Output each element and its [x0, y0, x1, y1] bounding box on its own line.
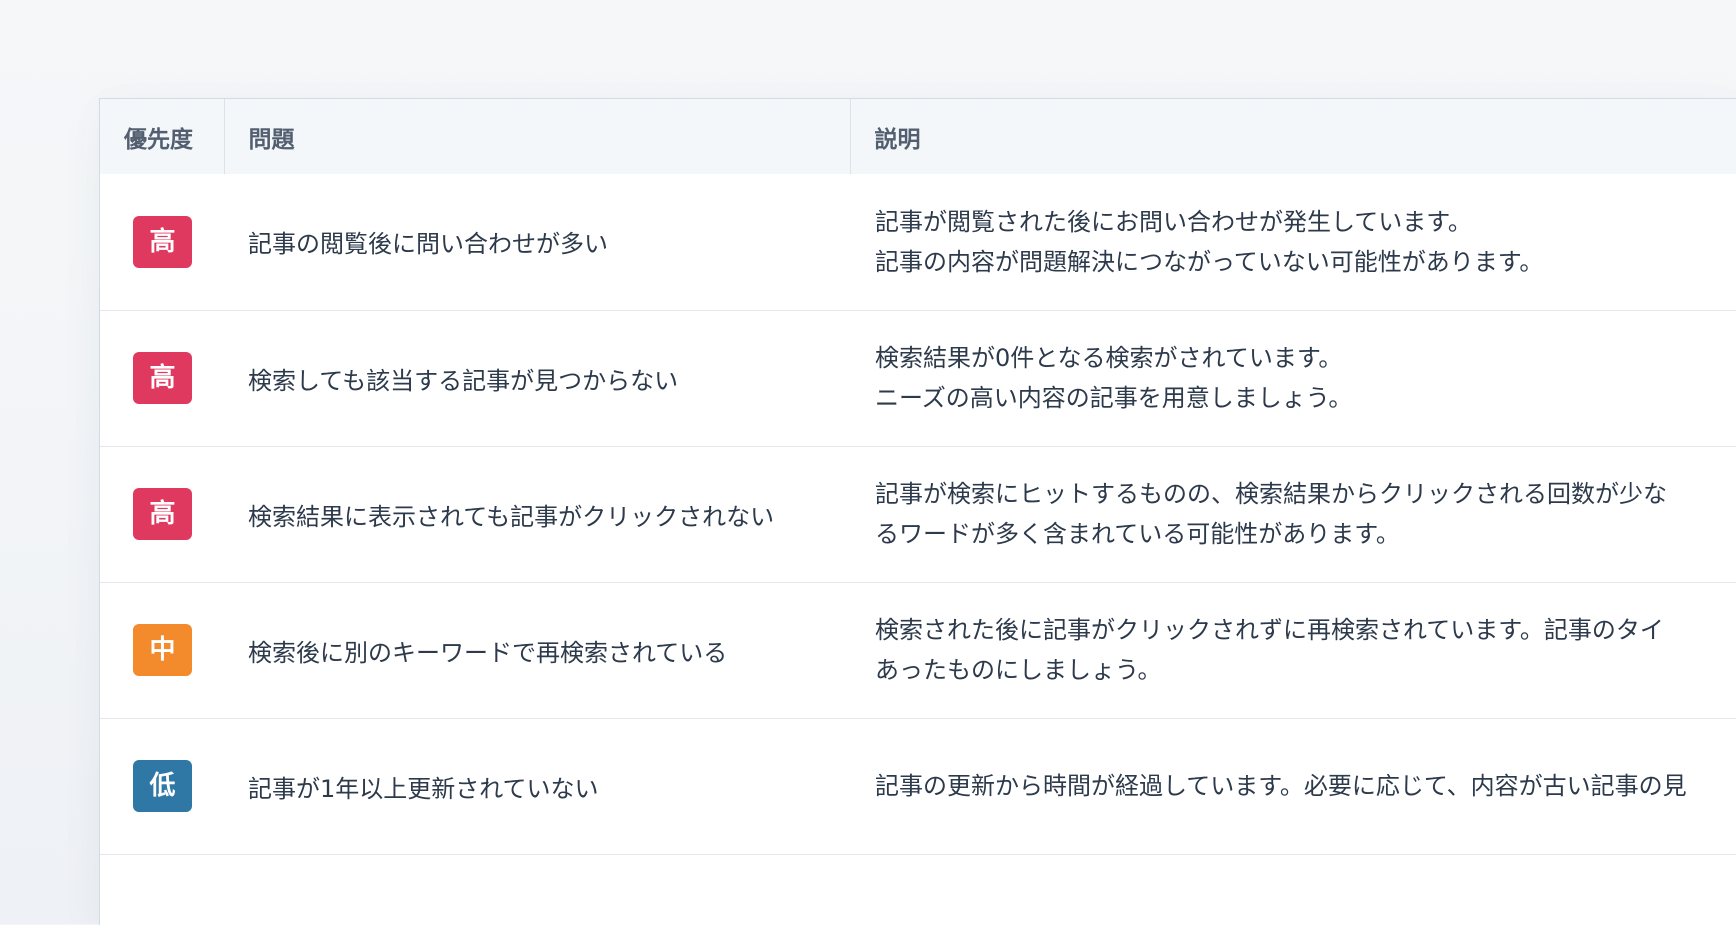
- table-row: 中 検索後に別のキーワードで再検索されている 検索された後に記事がクリックされず…: [100, 582, 1736, 718]
- description-line: るワードが多く含まれている可能性があります。: [875, 520, 1400, 548]
- priority-cell: 低: [100, 718, 224, 854]
- description-line: ニーズの高い内容の記事を用意しましょう。: [875, 384, 1353, 412]
- table-row: 低 記事が1年以上更新されていない 記事の更新から時間が経過しています。必要に応…: [100, 718, 1736, 854]
- issue-cell: 記事が1年以上更新されていない: [248, 774, 599, 803]
- description-line: 記事が閲覧された後にお問い合わせが発生しています。: [875, 207, 1472, 236]
- priority-cell: 中: [100, 582, 224, 718]
- table-row: 高 記事の閲覧後に問い合わせが多い 記事が閲覧された後にお問い合わせが発生してい…: [100, 174, 1736, 310]
- description-line: 検索された後に記事がクリックされずに再検索されています。記事のタイ: [875, 616, 1664, 644]
- description-line: 記事が検索にヒットするものの、検索結果からクリックされる回数が少な: [875, 480, 1667, 508]
- description-line: 検索結果が0件となる検索がされています。: [875, 344, 1343, 372]
- issue-cell: 記事の閲覧後に問い合わせが多い: [248, 230, 608, 259]
- table-row: 高 検索しても該当する記事が見つからない 検索結果が0件となる検索がされています…: [100, 310, 1736, 446]
- description-cell: 検索結果が0件となる検索がされています。 ニーズの高い内容の記事を用意しましょう…: [850, 310, 1736, 446]
- priority-cell: 高: [100, 446, 224, 582]
- priority-badge: 低: [133, 760, 192, 812]
- priority-badge: 高: [133, 215, 192, 268]
- table-header: 優先度 問題 説明: [100, 99, 1736, 174]
- issue-cell: 検索結果に表示されても記事がクリックされない: [248, 502, 775, 531]
- priority-badge: 中: [133, 624, 192, 676]
- description-cell: 記事が検索にヒットするものの、検索結果からクリックされる回数が少な るワードが多…: [850, 446, 1736, 582]
- column-header-priority: 優先度: [100, 99, 225, 174]
- priority-cell: 高: [100, 174, 224, 310]
- description-cell: 検索された後に記事がクリックされずに再検索されています。記事のタイ あったものに…: [850, 582, 1736, 718]
- header-row: 優先度 問題 説明: [100, 99, 1736, 174]
- column-header-description: 説明: [850, 99, 1736, 174]
- priority-cell: 高: [100, 310, 224, 446]
- priority-badge: 高: [133, 352, 192, 404]
- issues-panel: 優先度 問題 説明 高 記事の閲覧後に問い合わせが多い 記事が閲覧された後にお問…: [99, 98, 1736, 925]
- description-cell: 記事の更新から時間が経過しています。必要に応じて、内容が古い記事の見: [850, 718, 1736, 854]
- priority-badge: 高: [133, 488, 192, 540]
- table-row: 高 検索結果に表示されても記事がクリックされない 記事が検索にヒットするものの、…: [100, 446, 1736, 582]
- issue-cell: 検索後に別のキーワードで再検索されている: [248, 638, 728, 667]
- table-body: 高 記事の閲覧後に問い合わせが多い 記事が閲覧された後にお問い合わせが発生してい…: [100, 174, 1736, 854]
- description-line: 記事の更新から時間が経過しています。必要に応じて、内容が古い記事の見: [875, 772, 1687, 800]
- column-header-issue: 問題: [224, 99, 851, 174]
- description-cell: 記事が閲覧された後にお問い合わせが発生しています。 記事の内容が問題解決につなが…: [850, 174, 1736, 310]
- issues-table: 優先度 問題 説明 高 記事の閲覧後に問い合わせが多い 記事が閲覧された後にお問…: [100, 99, 1736, 855]
- description-line: あったものにしましょう。: [875, 656, 1162, 684]
- description-line: 記事の内容が問題解決につながっていない可能性があります。: [875, 247, 1544, 276]
- issue-cell: 検索しても該当する記事が見つからない: [248, 366, 679, 395]
